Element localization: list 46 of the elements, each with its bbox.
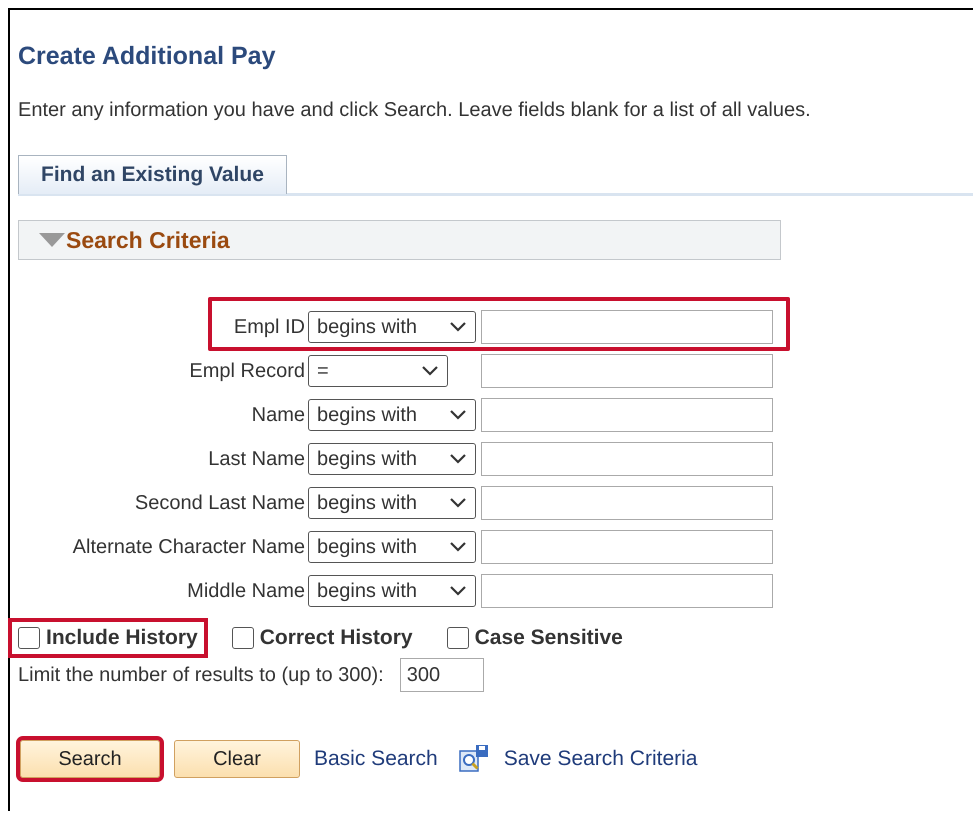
page-title: Create Additional Pay	[18, 42, 276, 71]
operator-dropdown[interactable]: begins with	[308, 487, 476, 519]
operator-dropdown[interactable]: begins with	[308, 575, 476, 607]
field-label: Middle Name	[186, 580, 306, 602]
checkbox[interactable]	[232, 627, 254, 649]
section-title: Search Criteria	[66, 226, 230, 254]
input-field[interactable]	[481, 574, 773, 608]
field-label: Name	[250, 404, 306, 426]
chevron-down-icon	[449, 541, 467, 553]
tab[interactable]: Find an Existing Value	[18, 155, 287, 194]
instructions-text: Enter any information you have and click Search. Leave fields blank for a list of all values.	[18, 99, 812, 122]
field-label: Empl Record	[188, 360, 306, 382]
save-search-icon[interactable]	[458, 743, 490, 775]
checkbox[interactable]	[446, 627, 469, 649]
field-label: Empl ID	[232, 316, 306, 338]
limit-input[interactable]: 300	[400, 658, 484, 692]
field-label: Alternate Character Name	[72, 536, 306, 558]
operator-dropdown[interactable]: begins with	[308, 399, 476, 431]
chevron-down-icon	[421, 365, 439, 377]
triangle-icon	[39, 233, 65, 247]
chevron-down-icon	[449, 497, 467, 509]
basic-search-link[interactable]: Basic Search	[314, 747, 438, 771]
chevron-down-icon	[449, 585, 467, 597]
checkbox-option[interactable]: Include History	[12, 622, 204, 654]
checkbox-option[interactable]: Correct History	[226, 622, 419, 654]
save-search-criteria-link[interactable]: Save Search Criteria	[504, 747, 698, 771]
input-field[interactable]	[481, 398, 773, 432]
chevron-down-icon	[449, 321, 467, 333]
operator-dropdown[interactable]: begins with	[308, 531, 476, 563]
input-field[interactable]	[481, 530, 773, 564]
limit-label: Limit the number of results to (up to 300):	[18, 664, 384, 686]
operator-dropdown[interactable]: begins with	[308, 443, 476, 475]
field-label: Second Last Name	[134, 492, 306, 514]
chevron-down-icon	[449, 453, 467, 465]
clear-button[interactable]: Clear	[174, 740, 300, 778]
input-field[interactable]	[481, 442, 773, 476]
field-label: Last Name	[207, 448, 306, 470]
input-field[interactable]	[481, 310, 773, 344]
operator-dropdown[interactable]: begins with	[308, 311, 476, 343]
checkbox-option[interactable]: Case Sensitive	[440, 622, 629, 654]
operator-dropdown[interactable]: =	[308, 355, 448, 387]
checkbox[interactable]	[18, 627, 40, 649]
chevron-down-icon	[449, 409, 467, 421]
input-field[interactable]	[481, 354, 773, 388]
input-field[interactable]	[481, 486, 773, 520]
section-header[interactable]: Search Criteria	[18, 220, 781, 260]
